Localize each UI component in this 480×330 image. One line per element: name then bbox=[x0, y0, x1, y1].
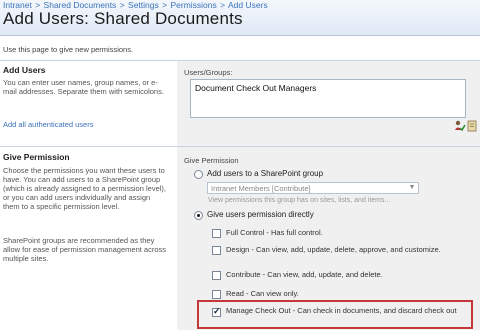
contribute-checkbox[interactable] bbox=[212, 271, 221, 280]
page-title: Add Users: Shared Documents bbox=[3, 9, 243, 28]
give-directly-label: Give users permission directly bbox=[207, 210, 314, 219]
users-groups-label: Users/Groups: bbox=[184, 68, 233, 77]
give-permission-title: Give Permission bbox=[3, 152, 70, 162]
group-permissions-hint: View permissions this group has on sites… bbox=[208, 197, 391, 204]
people-picker-icons bbox=[454, 120, 477, 132]
read-checkbox[interactable] bbox=[212, 290, 221, 299]
chevron-down-icon: ▼ bbox=[408, 184, 416, 191]
group-select-value: Intranet Members [Contribute] bbox=[211, 184, 311, 193]
give-directly-radio[interactable] bbox=[194, 211, 203, 220]
add-all-authenticated-users-link[interactable]: Add all authenticated users bbox=[3, 120, 93, 129]
add-to-group-radio[interactable] bbox=[194, 170, 203, 179]
add-users-title: Add Users bbox=[3, 65, 46, 75]
page-description: Use this page to give new permissions. bbox=[3, 45, 134, 54]
manage-check-out-label: Manage Check Out - Can check in document… bbox=[226, 306, 457, 315]
design-label: Design - Can view, add, update, delete, … bbox=[226, 245, 441, 254]
users-groups-input[interactable]: Document Check Out Managers bbox=[190, 79, 466, 118]
full-control-checkbox[interactable] bbox=[212, 229, 221, 238]
give-permission-label: Give Permission bbox=[184, 156, 239, 165]
design-checkbox[interactable] bbox=[212, 246, 221, 255]
users-groups-value: Document Check Out Managers bbox=[195, 83, 317, 93]
full-control-label: Full Control - Has full control. bbox=[226, 228, 323, 237]
give-permission-text: Choose the permissions you want these us… bbox=[3, 166, 166, 211]
add-to-group-label: Add users to a SharePoint group bbox=[207, 169, 324, 178]
group-select[interactable]: Intranet Members [Contribute] ▼ bbox=[207, 182, 419, 194]
contribute-label: Contribute - Can view, add, update, and … bbox=[226, 270, 383, 279]
page-header: Intranet > Shared Documents > Settings >… bbox=[0, 0, 480, 36]
give-permission-recommendation: SharePoint groups are recommended as the… bbox=[3, 236, 166, 263]
address-book-icon[interactable] bbox=[467, 120, 477, 132]
add-users-text: You can enter user names, group names, o… bbox=[3, 78, 164, 96]
manage-check-out-checkbox[interactable] bbox=[212, 306, 221, 317]
read-label: Read - Can view only. bbox=[226, 289, 299, 298]
